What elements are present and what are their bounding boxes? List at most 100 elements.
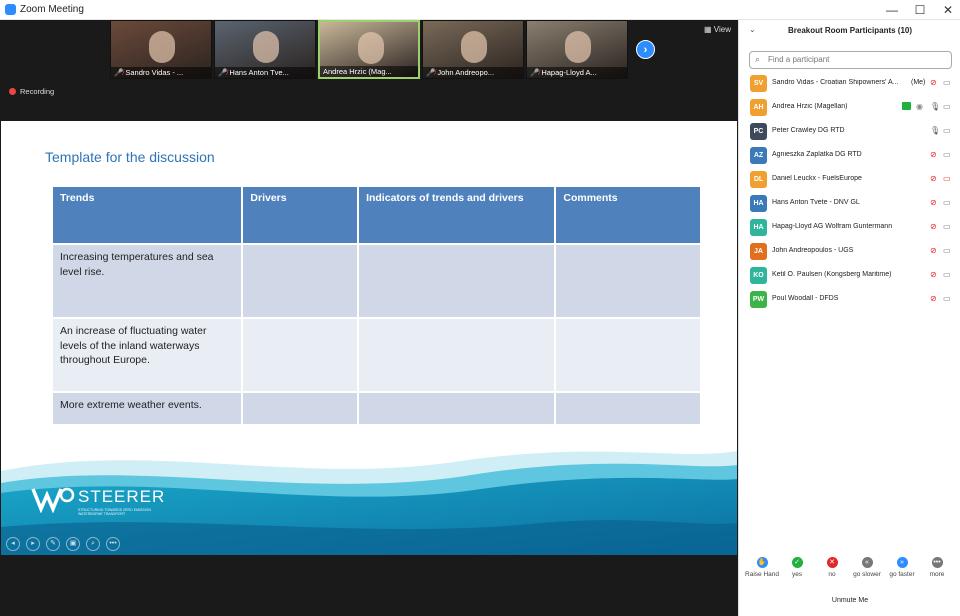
next-videos-button[interactable]: › [636,40,655,59]
minimize-button[interactable]: — [884,2,900,18]
next-slide-icon[interactable]: ▸ [26,537,40,551]
reaction-go-slower-button[interactable]: « go slower [849,557,885,578]
table-cell [241,243,360,319]
reaction-label: yes [791,571,803,578]
participant-name: Ketil O. Paulsen (Kongsberg Maritime) [772,271,892,278]
zoom-icon[interactable]: ⌕ [86,537,100,551]
more-options-icon[interactable]: ••• [106,537,120,551]
steerer-logo: STEERER STRUCTURING TOWARDS ZERO EMISSIO… [31,485,164,518]
logo-tagline: STRUCTURING TOWARDS ZERO EMISSION WATERB… [78,508,151,517]
participant-silhouette [565,31,591,63]
table-cell: Increasing temperatures and sea level ri… [50,243,244,319]
thumbnail-name-label: 🎤̸ Hapag-Lloyd A... [527,67,627,78]
table-header: Comments [554,185,702,245]
muted-mic-icon[interactable]: ⊘ [930,150,937,159]
window-title: Zoom Meeting [20,4,84,15]
participant-video-thumbnail[interactable]: 🎤̸ Hans Anton Tve... [214,20,316,79]
participant-name: John Andreopoulos - UGS [772,247,854,254]
muted-mic-icon[interactable]: ⊘ [930,246,937,255]
participant-name: Daniel Leuckx - FuelsEurope [772,175,862,182]
avatar: PW [750,291,767,308]
close-button[interactable]: ✕ [940,2,956,18]
participant-video-thumbnail[interactable]: 🎤̸ Hapag-Lloyd A... [526,20,628,79]
avatar: SV [750,75,767,92]
camera-icon[interactable]: ▭ [943,270,951,279]
camera-icon[interactable]: ▭ [943,150,951,159]
muted-mic-icon[interactable]: ⊘ [930,294,937,303]
previous-slide-icon[interactable]: ◂ [6,537,20,551]
reaction-go-faster-button[interactable]: » go faster [884,557,920,578]
avatar: HA [750,219,767,236]
reaction-more-button[interactable]: ••• more [919,557,955,578]
participant-name: Poul Woodall - DFDS [772,295,839,302]
muted-mic-icon[interactable]: ⊘ [930,174,937,183]
reaction-label: more [929,571,945,578]
participants-panel: ⌄ Breakout Room Participants (10) ⌕ Find… [738,20,960,616]
shared-slide: Template for the discussion Trends Drive… [1,121,737,555]
participant-silhouette [358,32,384,64]
participant-row[interactable]: PW Poul Woodall - DFDS ⊘ ▭ [739,288,960,312]
table-cell [554,243,702,319]
participant-row[interactable]: HA Hans Anton Tvete - DNV GL ⊘ ▭ [739,192,960,216]
annotate-pen-icon[interactable]: ✎ [46,537,60,551]
maximize-button[interactable]: ☐ [912,2,928,18]
table-row: An increase of fluctuating water levels … [50,317,702,393]
me-label: (Me) [911,79,926,86]
recording-icon: ◉ [916,102,923,111]
avatar: DL [750,171,767,188]
participant-row[interactable]: PC Peter Crawley DG RTD 🎙 ▭ [739,120,960,144]
participant-silhouette [253,31,279,63]
camera-icon[interactable]: ▭ [943,246,951,255]
muted-mic-icon[interactable]: ⊘ [930,198,937,207]
camera-icon[interactable]: ▭ [943,198,951,207]
thumbnail-name-label: 🎤̸ John Andreopo... [423,67,523,78]
camera-off-icon[interactable]: ▭ [943,174,951,183]
camera-icon[interactable]: ▭ [943,102,951,111]
participant-video-thumbnail[interactable]: 🎤̸ Sandro Vidas - ... [110,20,212,79]
table-header: Indicators of trends and drivers [357,185,557,245]
participant-row[interactable]: AH Andrea Hrzic (Magellan) ◉ 🎙 ▭ [739,96,960,120]
slide-title: Template for the discussion [45,149,215,165]
participant-video-thumbnail[interactable]: 🎤̸ John Andreopo... [422,20,524,79]
reaction-icon: ✋ [756,557,768,568]
participant-row[interactable]: JA John Andreopoulos - UGS ⊘ ▭ [739,240,960,264]
muted-mic-icon: 🎤̸ [218,68,228,77]
muted-mic-icon[interactable]: ⊘ [930,222,937,231]
participant-row[interactable]: SV Sandro Vidas - Croatian Shipowners' A.… [739,72,960,96]
mic-icon[interactable]: 🎙 [930,102,940,111]
reaction-icon: « [861,557,873,568]
reaction-yes-button[interactable]: ✓ yes [779,557,815,578]
muted-mic-icon[interactable]: ⊘ [930,270,937,279]
avatar: KO [750,267,767,284]
find-participant-input[interactable]: ⌕ Find a participant [749,51,952,69]
participant-video-thumbnail[interactable]: Andrea Hrzic (Mag... [318,20,420,79]
participant-silhouette [461,31,487,63]
camera-icon[interactable]: ▭ [943,78,951,87]
participant-row[interactable]: DL Daniel Leuckx - FuelsEurope ⊘ ▭ [739,168,960,192]
participant-row[interactable]: AZ Agnieszka Zaplatka DG RTD ⊘ ▭ [739,144,960,168]
slide-view-icon[interactable]: ▣ [66,537,80,551]
camera-icon[interactable]: ▭ [943,222,951,231]
record-icon [9,88,16,95]
grid-icon: ▦ [704,25,714,34]
participant-row[interactable]: HA Hapag-Lloyd AG Wolfram Guntermann ⊘ ▭ [739,216,960,240]
reaction-raise-hand-button[interactable]: ✋ Raise Hand [744,557,780,578]
table-header: Trends [50,185,244,245]
reaction-no-button[interactable]: ✕ no [814,557,850,578]
mic-icon[interactable]: 🎙 [930,126,940,135]
discussion-table: Trends Drivers Indicators of trends and … [50,185,702,426]
recording-indicator[interactable]: Recording [9,87,54,96]
table-cell [554,317,702,393]
view-button[interactable]: ▦ View [704,25,731,34]
camera-icon[interactable]: ▭ [943,126,951,135]
muted-mic-icon: 🎤̸ [426,68,436,77]
reaction-label: go faster [889,571,915,578]
reaction-label: go slower [853,571,881,578]
participant-name: Hans Anton Tvete - DNV GL [772,199,860,206]
muted-mic-icon[interactable]: ⊘ [930,78,937,87]
participant-name: Peter Crawley DG RTD [772,127,845,134]
unmute-me-button[interactable]: Unmute Me [825,594,875,608]
participant-row[interactable]: KO Ketil O. Paulsen (Kongsberg Maritime) ⊘… [739,264,960,288]
participant-name: Agnieszka Zaplatka DG RTD [772,151,862,158]
camera-icon[interactable]: ▭ [943,294,951,303]
